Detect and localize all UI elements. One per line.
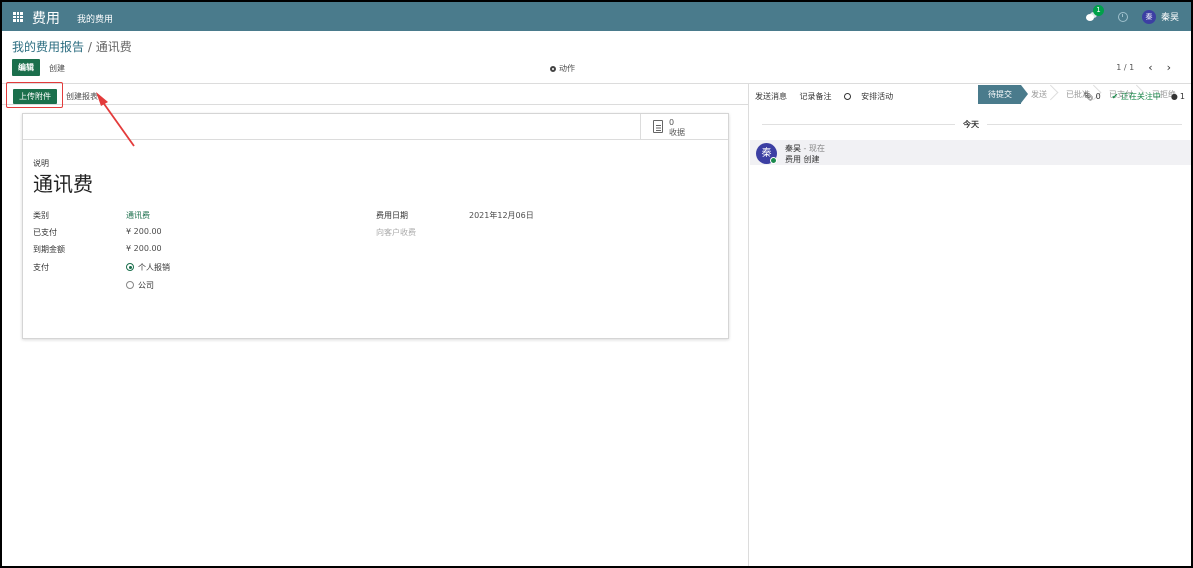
app-frame: 费用 我的费用 1 秦 秦昊 我的费用报告 / 通讯费 编辑 创建 动作 1 /…	[2, 2, 1191, 566]
stage-to-submit[interactable]: 待提交	[978, 85, 1028, 104]
stage-submitted[interactable]: 发送	[1021, 85, 1056, 104]
user-menu-name[interactable]: 秦昊	[1161, 10, 1179, 23]
breadcrumb-separator: /	[84, 40, 96, 54]
paid-label: 已支付	[33, 228, 57, 237]
apps-menu-icon[interactable]	[13, 12, 23, 22]
due-amount-value: ¥ 200.00	[126, 244, 162, 253]
smart-button-box: 0 收据	[23, 114, 728, 140]
breadcrumb: 我的费用报告 / 通讯费	[12, 38, 132, 55]
chatter-followers: 📎︎ 0 ✔ 正在关注中 ● 1	[1083, 91, 1185, 102]
top-navbar: 费用 我的费用 1 秦 秦昊	[2, 2, 1191, 31]
chatter-message: 秦 秦昊 - 现在 费用 创建	[750, 140, 1191, 165]
message-header: 秦昊 - 现在	[785, 143, 825, 154]
payment-option-employee: 个人报销	[138, 263, 170, 272]
log-note-button[interactable]: 记录备注	[800, 92, 832, 101]
receipts-label: 收据	[669, 128, 685, 137]
form-statusbar	[2, 84, 748, 105]
expense-date-value: 2021年12月06日	[469, 211, 534, 220]
pager-value[interactable]: 1 / 1	[1116, 63, 1134, 72]
rebill-customer-placeholder: 向客户收费	[376, 228, 416, 237]
create-button[interactable]: 创建	[49, 63, 65, 74]
breadcrumb-parent[interactable]: 我的费用报告	[12, 40, 84, 54]
following-button[interactable]: ✔ 正在关注中	[1112, 91, 1161, 102]
following-label: 正在关注中	[1120, 92, 1161, 101]
pager: 1 / 1 ‹ ›	[1116, 62, 1171, 73]
schedule-activity-label: 安排活动	[861, 92, 894, 101]
attachment-count[interactable]: 0	[1096, 92, 1101, 101]
due-amount-label: 到期金额	[33, 245, 65, 254]
edit-button[interactable]: 编辑	[12, 59, 40, 76]
receipts-count: 0	[669, 118, 675, 127]
navbar-systray: 1 秦 秦昊	[1085, 2, 1179, 31]
expense-title: 通讯费	[33, 172, 93, 196]
form-sheet: 0 收据 说明 通讯费 类别 通讯费 已支付 ¥ 200.00 到期金额 ¥ 2…	[22, 113, 729, 339]
message-body: 费用 创建	[785, 155, 820, 164]
chatter-topbar: 发送消息 记录备注 安排活动	[755, 91, 913, 102]
annotation-highlight-box	[6, 82, 63, 108]
schedule-activity-button[interactable]: 安排活动	[844, 92, 903, 101]
payment-label: 支付	[33, 263, 49, 272]
date-separator-today: 今天	[955, 119, 987, 130]
paid-value: ¥ 200.00	[126, 227, 162, 236]
action-menu-label: 动作	[559, 64, 575, 73]
send-message-button[interactable]: 发送消息	[755, 92, 787, 101]
clock-icon	[844, 93, 852, 100]
breadcrumb-current: 通讯费	[95, 40, 132, 54]
payment-radio-employee[interactable]	[126, 263, 134, 271]
paperclip-icon[interactable]: 📎︎	[1083, 92, 1093, 101]
gear-icon	[550, 66, 556, 72]
action-menu-button[interactable]: 动作	[550, 63, 575, 74]
chevron-left-icon[interactable]: ‹	[1148, 62, 1152, 73]
category-label: 类别	[33, 211, 49, 220]
create-report-button[interactable]: 创建报表	[66, 91, 98, 102]
followers-count[interactable]: 1	[1180, 92, 1185, 101]
online-status-icon	[770, 157, 777, 164]
message-count-badge: 1	[1092, 4, 1104, 16]
user-avatar[interactable]: 秦	[1141, 9, 1156, 24]
message-time: - 现在	[801, 144, 825, 153]
chevron-right-icon[interactable]: ›	[1167, 62, 1171, 73]
expense-date-label: 费用日期	[376, 211, 408, 220]
document-icon	[653, 120, 663, 133]
receipts-smart-button[interactable]: 0 收据	[640, 114, 728, 140]
message-author[interactable]: 秦昊	[785, 144, 801, 153]
payment-option-company: 公司	[138, 281, 154, 290]
app-name[interactable]: 费用	[32, 8, 60, 28]
user-icon[interactable]: ●	[1171, 92, 1178, 101]
category-value[interactable]: 通讯费	[126, 210, 150, 221]
activity-clock-icon[interactable]	[1117, 11, 1128, 22]
messaging-icon[interactable]: 1	[1085, 4, 1104, 23]
payment-radio-company[interactable]	[126, 281, 134, 289]
chatter-divider	[748, 83, 749, 566]
nav-menu-my-expenses[interactable]: 我的费用	[77, 12, 113, 25]
